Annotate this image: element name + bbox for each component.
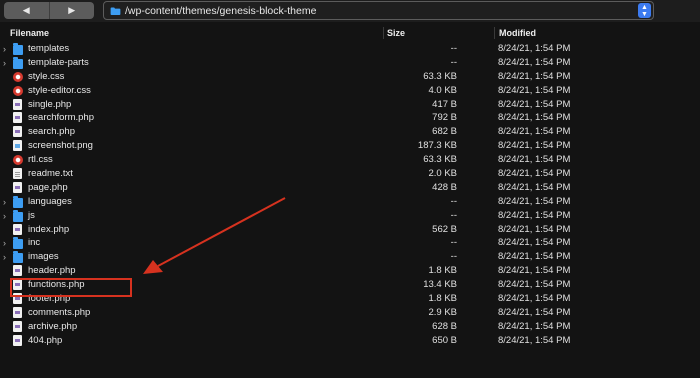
annotation-arrow <box>143 197 286 274</box>
